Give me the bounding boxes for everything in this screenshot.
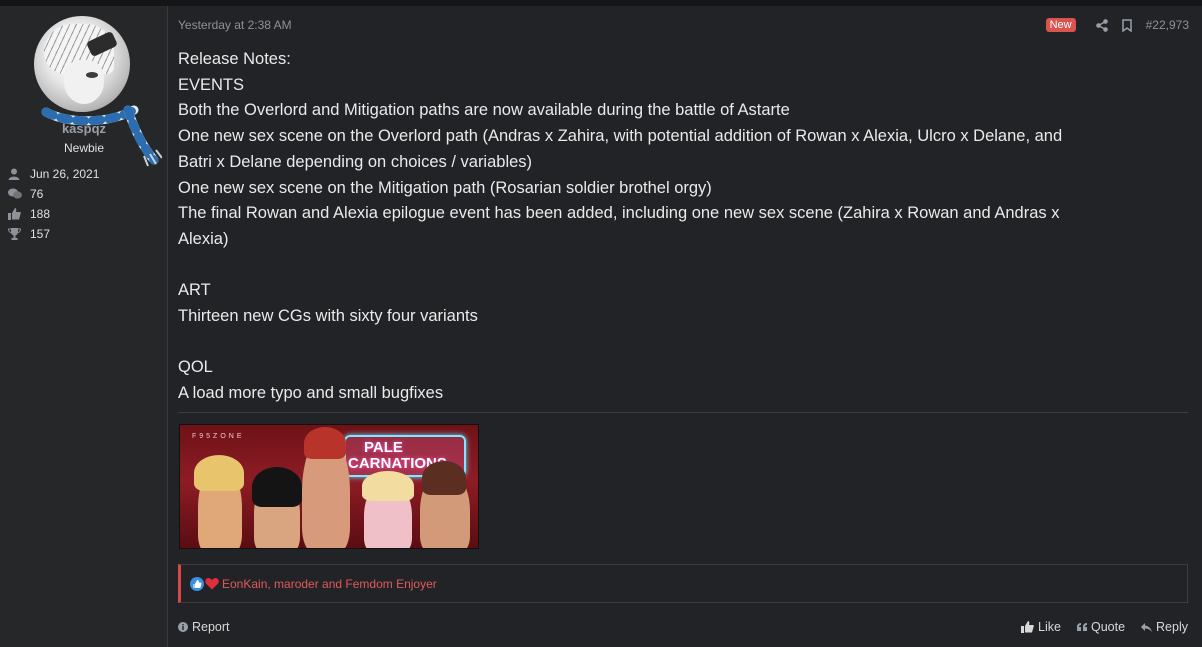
body-line: The final Rowan and Alexia epilogue even…: [178, 204, 1060, 223]
trophy-icon: [8, 228, 30, 240]
like-button[interactable]: Like: [1021, 620, 1061, 634]
like-reaction-icon: [190, 576, 204, 591]
user-cell: kaspqz Newbie Jun 26, 2021 76 188 157: [0, 6, 168, 647]
body-line: Thirteen new CGs with sixty four variant…: [178, 307, 478, 326]
thumbs-up-icon: [1021, 621, 1034, 633]
messages-icon: [8, 188, 30, 200]
attachment-image[interactable]: F95ZONE PALE CARNATIONS: [179, 424, 479, 549]
stat-trophies[interactable]: 157: [8, 224, 99, 244]
thumbs-up-icon: [8, 208, 30, 220]
post-body: Release Notes: EVENTS Both the Overlord …: [178, 47, 1188, 407]
heart-reaction-icon: [205, 577, 219, 590]
stat-messages[interactable]: 76: [8, 184, 99, 204]
post-date[interactable]: Yesterday at 2:38 AM: [178, 18, 292, 32]
body-line: EVENTS: [178, 75, 245, 94]
body-line: ART: [178, 281, 211, 300]
body-blank-line: [178, 330, 1188, 356]
bookmark-icon[interactable]: [1121, 18, 1132, 32]
reactions-list[interactable]: EonKain, maroder and Femdom Enjoyer: [222, 577, 437, 591]
quote-icon: [1076, 623, 1087, 631]
reply-arrow-icon: [1141, 622, 1153, 632]
body-line: One new sex scene on the Overlord path (…: [178, 127, 1063, 146]
watermark-text: F95ZONE: [192, 433, 245, 440]
forum-post: kaspqz Newbie Jun 26, 2021 76 188 157 Ye…: [0, 6, 1202, 647]
new-badge: New: [1045, 18, 1076, 32]
body-line: Both the Overlord and Mitigation paths a…: [178, 101, 790, 120]
quote-button[interactable]: Quote: [1076, 620, 1125, 634]
content-divider: [178, 412, 1188, 413]
post-footer: Report Like Quote Reply: [178, 618, 1188, 636]
info-icon: [178, 622, 188, 632]
body-line: QOL: [178, 358, 213, 377]
stat-joined: Jun 26, 2021: [8, 164, 99, 184]
post-number[interactable]: #22,973: [1146, 18, 1189, 32]
post-header-actions: New #22,973: [1045, 16, 1189, 34]
post-main: Yesterday at 2:38 AM New #22,973 Release…: [169, 6, 1202, 647]
report-button[interactable]: Report: [178, 620, 230, 634]
user-stats: Jun 26, 2021 76 188 157: [8, 164, 99, 244]
user-icon: [8, 168, 30, 180]
reactions-bar[interactable]: EonKain, maroder and Femdom Enjoyer: [178, 564, 1188, 603]
username[interactable]: kaspqz: [0, 121, 168, 136]
reply-button[interactable]: Reply: [1141, 620, 1188, 634]
body-line: A load more typo and small bugfixes: [178, 384, 444, 403]
body-blank-line: [178, 253, 1188, 279]
body-line: Batri x Delane depending on choices / va…: [178, 152, 533, 171]
share-icon[interactable]: [1095, 18, 1108, 32]
stat-reactions[interactable]: 188: [8, 204, 99, 224]
body-line: One new sex scene on the Mitigation path…: [178, 178, 712, 197]
body-line: Alexia): [178, 229, 229, 248]
body-line: Release Notes:: [178, 50, 291, 68]
user-title: Newbie: [63, 141, 105, 155]
